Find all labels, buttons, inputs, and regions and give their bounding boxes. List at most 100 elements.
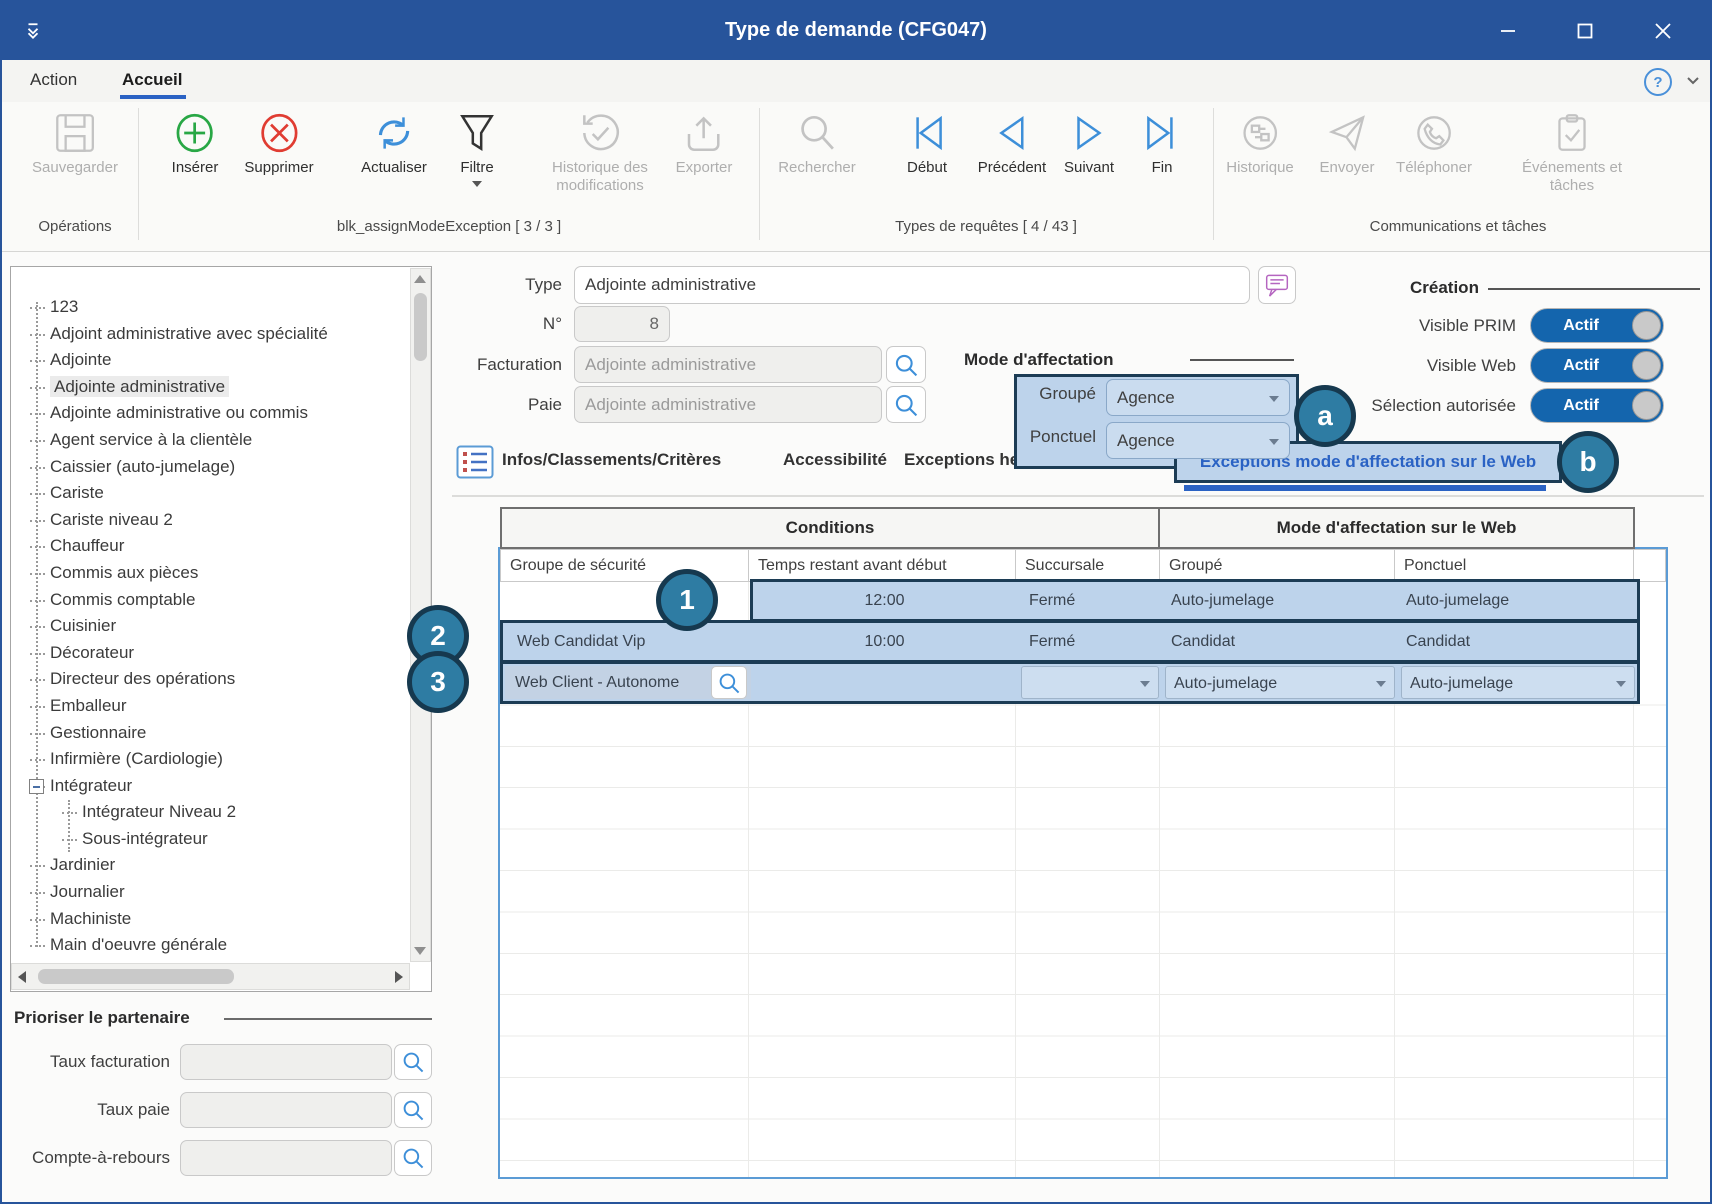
tab-infos-classements[interactable]: Infos/Classements/Critères bbox=[502, 450, 721, 470]
tree-item[interactable]: Caissier (auto-jumelage) bbox=[12, 454, 408, 481]
communication-history-label: Historique bbox=[1226, 159, 1294, 177]
table-row-1[interactable]: 12:00 Fermé Auto-jumelage Auto-jumelage bbox=[750, 579, 1640, 622]
tree-item[interactable]: Journalier bbox=[12, 879, 408, 906]
scroll-left-icon[interactable] bbox=[18, 971, 26, 983]
countdown-label: Compte-à-rebours bbox=[12, 1148, 170, 1168]
ribbon-tab-accueil[interactable]: Accueil bbox=[122, 70, 182, 90]
ribbon-collapse-chevron-icon[interactable] bbox=[1686, 76, 1700, 86]
tree-item[interactable]: Emballeur bbox=[12, 693, 408, 720]
clipboard-check-icon bbox=[1549, 110, 1595, 156]
minimize-button[interactable] bbox=[1491, 16, 1525, 46]
first-record-button[interactable]: Début bbox=[904, 110, 950, 177]
tree-collapse-toggle[interactable] bbox=[29, 779, 44, 794]
communication-history-button[interactable]: Historique bbox=[1226, 110, 1294, 177]
next-record-button[interactable]: Suivant bbox=[1064, 110, 1114, 177]
tree-item[interactable]: Cariste bbox=[12, 480, 408, 507]
grouped-dropdown[interactable]: Auto-jumelage bbox=[1165, 666, 1395, 699]
scroll-down-icon[interactable] bbox=[414, 947, 426, 955]
tree-item[interactable]: Main d'oeuvre générale bbox=[12, 932, 408, 959]
cell-grouped: Candidat bbox=[1171, 623, 1235, 660]
billing-rate-field[interactable] bbox=[180, 1044, 392, 1080]
punctual-dropdown[interactable]: Agence bbox=[1106, 422, 1290, 459]
tree-item[interactable]: Gestionnaire bbox=[12, 720, 408, 747]
tree-item[interactable]: Directeur des opérations bbox=[12, 666, 408, 693]
scroll-up-icon[interactable] bbox=[414, 275, 426, 283]
tree-item-child[interactable]: Intégrateur Niveau 2 bbox=[12, 799, 408, 826]
grouped-dropdown[interactable]: Agence bbox=[1106, 379, 1290, 416]
billing-search-button[interactable] bbox=[886, 346, 926, 383]
tree-horizontal-scrollbar[interactable] bbox=[11, 963, 410, 990]
tree-item[interactable]: Cuisinier bbox=[12, 613, 408, 640]
tree-item[interactable]: Adjointe bbox=[12, 347, 408, 374]
number-field: 8 bbox=[574, 306, 670, 342]
tree-item[interactable]: 123 bbox=[12, 294, 408, 321]
vertical-scroll-thumb[interactable] bbox=[414, 293, 427, 361]
phone-button[interactable]: Téléphoner bbox=[1396, 110, 1472, 177]
tree-item[interactable]: Adjointe administrative ou commis bbox=[12, 400, 408, 427]
pay-rate-search-button[interactable] bbox=[394, 1092, 432, 1128]
application-window: Type de demande (CFG047) Action Accueil … bbox=[0, 0, 1712, 1204]
visible-prim-toggle[interactable]: Actif bbox=[1530, 308, 1664, 343]
tree-item-expandable[interactable]: Intégrateur bbox=[12, 773, 408, 800]
billing-rate-search-button[interactable] bbox=[394, 1044, 432, 1080]
column-header-punctual[interactable]: Ponctuel bbox=[1394, 549, 1634, 582]
countdown-field[interactable] bbox=[180, 1140, 392, 1176]
delete-button[interactable]: Supprimer bbox=[244, 110, 313, 177]
tree-item[interactable]: Commis aux pièces bbox=[12, 560, 408, 587]
tree-item[interactable]: Machiniste bbox=[12, 906, 408, 933]
last-record-button[interactable]: Fin bbox=[1139, 110, 1185, 177]
pay-rate-field[interactable] bbox=[180, 1092, 392, 1128]
annotation-badge-a: a bbox=[1294, 385, 1356, 447]
help-icon[interactable]: ? bbox=[1644, 68, 1672, 96]
assignment-mode-title: Mode d'affectation bbox=[964, 350, 1114, 370]
tab-accessibilite[interactable]: Accessibilité bbox=[783, 450, 887, 470]
horizontal-scroll-thumb[interactable] bbox=[38, 969, 234, 984]
tree-item[interactable]: Chauffeur bbox=[12, 533, 408, 560]
insert-button[interactable]: Insérer bbox=[172, 110, 219, 177]
pay-field[interactable]: Adjointe administrative bbox=[574, 386, 882, 423]
tree-item[interactable]: Commis comptable bbox=[12, 587, 408, 614]
cell-grouped: Auto-jumelage bbox=[1171, 582, 1274, 619]
maximize-button[interactable] bbox=[1568, 16, 1602, 46]
export-button[interactable]: Exporter bbox=[676, 110, 733, 177]
events-tasks-button[interactable]: Événements et tâches bbox=[1502, 110, 1642, 195]
pay-search-button[interactable] bbox=[886, 386, 926, 423]
ribbon-tab-action[interactable]: Action bbox=[30, 70, 77, 90]
refresh-button[interactable]: Actualiser bbox=[361, 110, 427, 177]
column-header-grouped[interactable]: Groupé bbox=[1159, 549, 1395, 582]
search-icon bbox=[893, 352, 919, 378]
tree-item-child[interactable]: Sous-intégrateur bbox=[12, 826, 408, 853]
billing-field[interactable]: Adjointe administrative bbox=[574, 346, 882, 383]
column-header-branch[interactable]: Succursale bbox=[1015, 549, 1160, 582]
scroll-right-icon[interactable] bbox=[395, 971, 403, 983]
send-button[interactable]: Envoyer bbox=[1319, 110, 1374, 177]
close-button[interactable] bbox=[1646, 16, 1680, 46]
filter-button[interactable]: Filtre bbox=[454, 110, 500, 187]
cell-punctual: Auto-jumelage bbox=[1406, 582, 1509, 619]
column-header-time-before-start[interactable]: Temps restant avant début bbox=[748, 549, 1016, 582]
type-comment-button[interactable] bbox=[1258, 266, 1296, 304]
selection-allowed-toggle[interactable]: Actif bbox=[1530, 388, 1664, 423]
save-button[interactable]: Sauvegarder bbox=[32, 110, 118, 177]
column-header-security-group[interactable]: Groupe de sécurité bbox=[500, 549, 749, 582]
filter-dropdown-chevron-icon[interactable] bbox=[472, 181, 482, 187]
countdown-search-button[interactable] bbox=[394, 1140, 432, 1176]
tree-item[interactable]: Infirmière (Cardiologie) bbox=[12, 746, 408, 773]
cell-time-before-start: 12:00 bbox=[753, 582, 1016, 619]
tree-item[interactable]: Cariste niveau 2 bbox=[12, 507, 408, 534]
section-divider bbox=[224, 1018, 432, 1020]
search-records-button[interactable]: Rechercher bbox=[778, 110, 856, 177]
punctual-dropdown[interactable]: Auto-jumelage bbox=[1401, 666, 1635, 699]
tree-item[interactable]: Adjoint administrative avec spécialité bbox=[12, 321, 408, 348]
tree-item[interactable]: Agent service à la clientèle bbox=[12, 427, 408, 454]
modification-history-button[interactable]: Historique des modifications bbox=[520, 110, 680, 195]
previous-record-button[interactable]: Précédent bbox=[978, 110, 1046, 177]
tree-item-selected[interactable]: Adjointe administrative bbox=[12, 374, 408, 401]
security-group-search-button[interactable] bbox=[711, 666, 747, 699]
table-row-3-editing[interactable]: Web Client - Autonome Auto-jumelage Auto… bbox=[500, 661, 1640, 704]
tree-item[interactable]: Jardinier bbox=[12, 852, 408, 879]
visible-web-toggle[interactable]: Actif bbox=[1530, 348, 1664, 383]
type-field[interactable]: Adjointe administrative bbox=[574, 266, 1250, 304]
branch-dropdown[interactable] bbox=[1021, 666, 1159, 699]
tree-item[interactable]: Décorateur bbox=[12, 640, 408, 667]
